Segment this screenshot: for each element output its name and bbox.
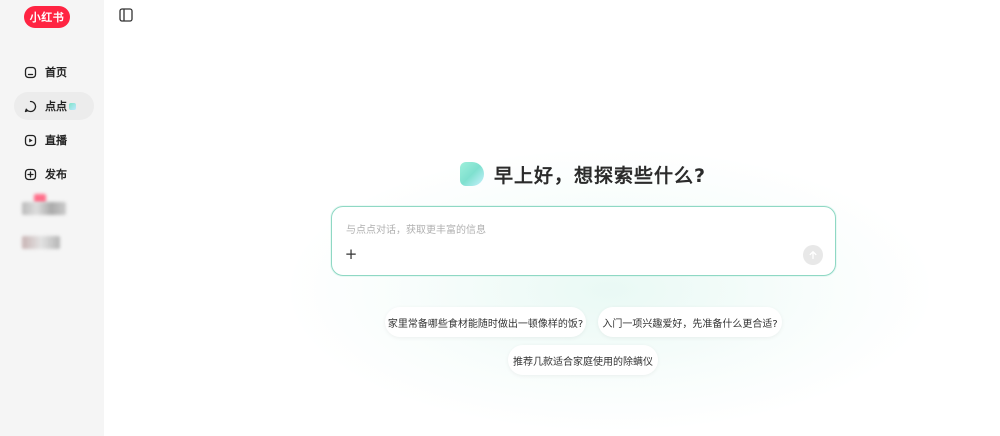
- ai-badge-icon: [69, 102, 76, 110]
- sidebar-item-label: 首页: [45, 66, 67, 79]
- sidebar-item-diandian[interactable]: 点点: [14, 92, 94, 120]
- add-square-icon: [24, 168, 37, 181]
- sidebar-item-live[interactable]: 直播: [14, 126, 94, 154]
- sidebar-item-label: 发布: [45, 168, 67, 181]
- app-root: 小红书 首页 点点 直播 发布 早上好，想探索些什么? 与点点对话，获取更丰富的…: [0, 0, 1000, 436]
- greeting-text: 早上好，想探索些什么?: [494, 164, 707, 187]
- blurred-more-item[interactable]: [22, 236, 60, 249]
- sidebar-toggle-icon[interactable]: [119, 7, 133, 22]
- sidebar-item-label: 直播: [45, 134, 67, 147]
- send-button[interactable]: [803, 245, 823, 265]
- sidebar-item-label: 点点: [45, 100, 67, 113]
- sidebar: 小红书 首页 点点 直播 发布: [0, 0, 104, 436]
- suggestion-chip[interactable]: 入门一项兴趣爱好，先准备什么更合适?: [598, 307, 782, 337]
- greeting-header: 早上好，想探索些什么?: [460, 160, 706, 188]
- sidebar-item-publish[interactable]: 发布: [14, 160, 94, 188]
- background-glow: [290, 150, 930, 430]
- chat-bubble-icon: [24, 100, 37, 113]
- chat-input-placeholder[interactable]: 与点点对话，获取更丰富的信息: [346, 221, 486, 236]
- suggestion-chip[interactable]: 家里常备哪些食材能随时做出一顿像样的饭?: [385, 307, 586, 337]
- add-attachment-button[interactable]: +: [344, 247, 358, 262]
- xiaohongshu-logo[interactable]: 小红书: [24, 6, 70, 28]
- chat-input-box[interactable]: 与点点对话，获取更丰富的信息 +: [331, 206, 836, 276]
- diandian-logo-icon: [460, 162, 484, 186]
- suggestion-chip[interactable]: 推荐几款适合家庭使用的除螨仪: [508, 345, 658, 375]
- sidebar-item-home[interactable]: 首页: [14, 58, 94, 86]
- home-icon: [24, 66, 37, 79]
- arrow-up-icon: [809, 251, 817, 260]
- blurred-profile-item[interactable]: [22, 202, 66, 215]
- live-icon: [24, 134, 37, 147]
